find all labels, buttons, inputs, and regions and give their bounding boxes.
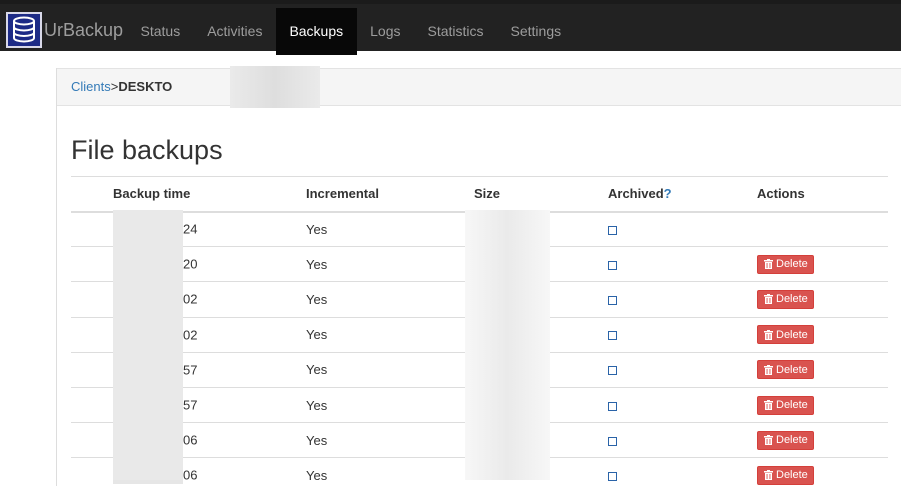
archived-checkbox[interactable] [608, 331, 617, 341]
redacted-client-name [230, 66, 320, 108]
backup-time-suffix: 06 [183, 467, 198, 483]
delete-button[interactable]: Delete [757, 465, 814, 485]
brand-name: UrBackup [44, 19, 124, 40]
archived-cell [608, 317, 757, 353]
col-archived[interactable]: Archived? [608, 176, 757, 213]
database-logo-icon [6, 12, 42, 48]
archived-checkbox[interactable] [608, 296, 617, 306]
actions-cell: Delete [757, 281, 888, 318]
backup-time-cell: 06 [71, 457, 306, 486]
top-navbar: UrBackup Status Activities Backups Logs Stat… [0, 0, 901, 55]
nav-statistics[interactable]: Statistics [414, 8, 497, 55]
delete-label: Delete [776, 434, 808, 447]
backup-time-suffix: 20 [183, 256, 198, 272]
archived-cell [608, 246, 757, 283]
archived-checkbox[interactable] [608, 225, 617, 235]
col-actions: Actions [757, 176, 888, 213]
redacted-sizes [465, 210, 550, 480]
nav-backups[interactable]: Backups [275, 8, 357, 55]
backup-time-suffix: 06 [183, 432, 198, 448]
backup-time-suffix: 02 [183, 327, 198, 343]
col-size[interactable]: Size [474, 176, 608, 213]
incremental-cell: Yes [306, 281, 474, 318]
redacted-backup-times [113, 210, 183, 480]
trash-icon [764, 329, 773, 340]
page-title: File backups [71, 135, 223, 165]
nav-activities[interactable]: Activities [194, 8, 276, 55]
delete-label: Delete [776, 328, 808, 341]
trash-icon [764, 435, 773, 446]
delete-button[interactable]: Delete [757, 430, 814, 450]
delete-label: Delete [776, 258, 808, 271]
delete-button[interactable]: Delete [757, 360, 814, 380]
incremental-cell: Yes [306, 387, 474, 424]
breadcrumb-current-client: DESKTO [118, 79, 173, 94]
breadcrumb: Clients>DESKTO [57, 66, 901, 108]
brand[interactable]: UrBackup [6, 11, 123, 49]
main-nav: Status Activities Backups Logs Statistics Set… [127, 8, 575, 55]
backup-time-cell: 24 [71, 211, 306, 248]
trash-icon [764, 364, 773, 375]
backup-time-cell: 20 [71, 246, 306, 283]
archived-cell [608, 387, 757, 424]
delete-button[interactable]: Delete [757, 395, 814, 415]
actions-cell [757, 211, 888, 248]
col-archived-label: Archived [608, 186, 664, 202]
trash-icon [764, 259, 773, 270]
backup-time-cell: 57 [71, 387, 306, 424]
nav-settings[interactable]: Settings [497, 8, 575, 55]
backup-time-cell: 02 [71, 317, 306, 353]
archived-cell [608, 352, 757, 388]
actions-cell: Delete [757, 387, 888, 424]
trash-icon [764, 294, 773, 305]
col-backup-time[interactable]: Backup time [71, 176, 306, 213]
backup-time-cell: 02 [71, 281, 306, 318]
backup-time-suffix: 24 [183, 221, 198, 237]
actions-cell: Delete [757, 457, 888, 486]
archived-cell [608, 281, 757, 318]
backup-time-suffix: 02 [183, 291, 198, 307]
archived-cell [608, 211, 757, 248]
actions-cell: Delete [757, 246, 888, 283]
incremental-cell: Yes [306, 422, 474, 459]
archived-checkbox[interactable] [608, 471, 617, 481]
archived-checkbox[interactable] [608, 401, 617, 411]
col-incremental[interactable]: Incremental [306, 176, 474, 213]
actions-cell: Delete [757, 317, 888, 353]
trash-icon [764, 400, 773, 411]
trash-icon [764, 470, 773, 481]
archived-cell [608, 457, 757, 486]
delete-button[interactable]: Delete [757, 289, 814, 309]
nav-status[interactable]: Status [127, 8, 194, 55]
archived-checkbox[interactable] [608, 366, 617, 376]
table-header-row: Backup time Incremental Size Archived? A… [71, 176, 888, 213]
incremental-cell: Yes [306, 246, 474, 283]
archived-help-link[interactable]: ? [664, 186, 672, 201]
actions-cell: Delete [757, 422, 888, 459]
delete-label: Delete [776, 363, 808, 376]
archived-checkbox[interactable] [608, 436, 617, 446]
backup-time-suffix: 57 [183, 362, 198, 378]
incremental-cell: Yes [306, 352, 474, 388]
nav-logs[interactable]: Logs [357, 8, 414, 55]
backup-time-cell: 06 [71, 422, 306, 459]
delete-button[interactable]: Delete [757, 254, 814, 274]
backup-time-cell: 57 [71, 352, 306, 388]
archived-cell [608, 422, 757, 459]
delete-label: Delete [776, 399, 808, 412]
incremental-cell: Yes [306, 457, 474, 486]
incremental-cell: Yes [306, 211, 474, 248]
actions-cell: Delete [757, 352, 888, 388]
backup-time-suffix: 57 [183, 397, 198, 413]
delete-button[interactable]: Delete [757, 325, 814, 345]
breadcrumb-clients-link[interactable]: Clients [71, 79, 111, 94]
archived-checkbox[interactable] [608, 260, 617, 270]
delete-label: Delete [776, 293, 808, 306]
incremental-cell: Yes [306, 317, 474, 353]
delete-label: Delete [776, 469, 808, 482]
